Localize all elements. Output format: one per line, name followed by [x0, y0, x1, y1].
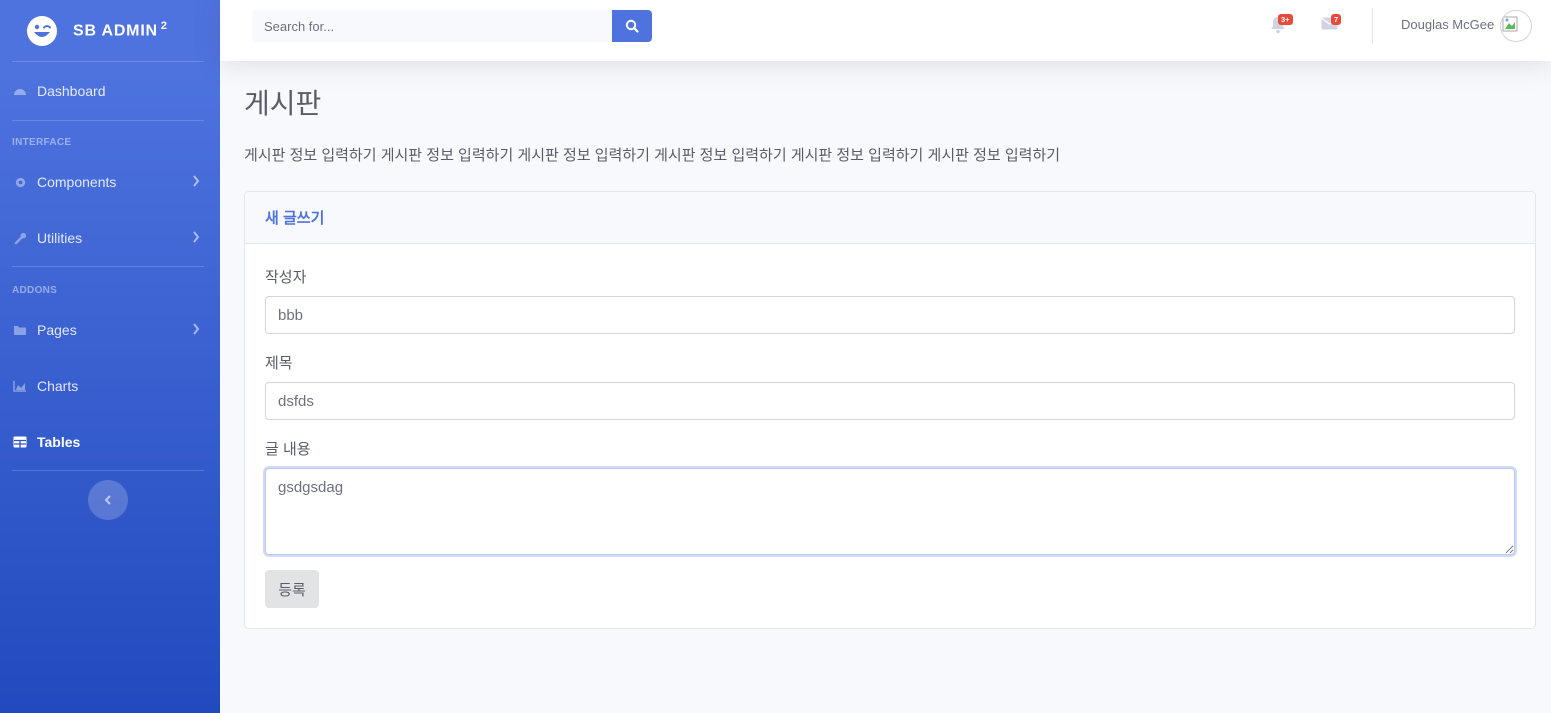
chevron-right-icon	[192, 174, 200, 190]
folder-icon	[12, 322, 28, 338]
alerts-dropdown[interactable]: 3+	[1270, 14, 1293, 39]
sidebar-item-utilities[interactable]: Utilities	[0, 210, 220, 266]
subject-field[interactable]	[265, 382, 1515, 420]
topbar-divider	[1372, 8, 1373, 44]
messages-dropdown[interactable]: 7	[1321, 14, 1342, 35]
topbar: 3+ 7 Douglas McGee	[220, 0, 1551, 61]
chevron-right-icon	[192, 322, 200, 338]
card-header: 새 글쓰기	[245, 192, 1535, 244]
search-button[interactable]	[612, 10, 652, 42]
page-description: 게시판 정보 입력하기 게시판 정보 입력하기 게시판 정보 입력하기 게시판 …	[244, 147, 1061, 164]
brand-link[interactable]: SB ADMIN 2	[0, 0, 220, 61]
wrench-icon	[12, 230, 28, 246]
brand-name: SB ADMIN 2	[73, 20, 168, 40]
sidebar-divider	[12, 266, 204, 267]
sidebar-divider	[12, 120, 204, 121]
sidebar-item-pages[interactable]: Pages	[0, 302, 220, 358]
avatar[interactable]	[1500, 10, 1532, 42]
sidebar-item-label: Tables	[37, 434, 81, 450]
alerts-badge: 3+	[1278, 14, 1293, 25]
sidebar-heading-addons: ADDONS	[12, 284, 58, 296]
laugh-wink-icon	[26, 15, 58, 47]
sidebar-item-label: Utilities	[37, 230, 83, 246]
sidebar-item-tables[interactable]: Tables	[0, 414, 220, 470]
content-label: 글 내용	[265, 441, 311, 458]
sidebar-item-label: Components	[37, 174, 117, 190]
chevron-right-icon	[192, 230, 200, 246]
writer-field[interactable]	[265, 296, 1515, 334]
sidebar-item-dashboard[interactable]: Dashboard	[0, 62, 220, 120]
sidebar-heading-interface: INTERFACE	[12, 136, 72, 148]
cog-icon	[12, 174, 28, 190]
search-form	[252, 10, 652, 42]
submit-button[interactable]: 등록	[265, 570, 319, 608]
broken-image-icon	[1502, 16, 1518, 32]
sidebar-divider	[12, 470, 204, 471]
table-icon	[12, 434, 28, 450]
messages-badge: 7	[1331, 14, 1342, 25]
writer-label: 작성자	[265, 269, 307, 286]
search-input[interactable]	[252, 10, 612, 42]
chart-area-icon	[12, 378, 28, 394]
sidebar: SB ADMIN 2 Dashboard INTERFACE Components…	[0, 0, 220, 713]
content-textarea[interactable]: gsdgsdag	[265, 468, 1515, 555]
sidebar-toggle-button[interactable]	[88, 480, 128, 520]
chevron-left-icon	[104, 495, 111, 505]
sidebar-item-charts[interactable]: Charts	[0, 358, 220, 414]
card-title: 새 글쓰기	[265, 210, 325, 227]
search-icon	[625, 19, 639, 33]
sidebar-item-label: Charts	[37, 378, 79, 394]
sidebar-item-label: Dashboard	[37, 83, 106, 99]
write-card: 새 글쓰기 작성자 제목 글 내용 gsdgsdag 등록	[244, 191, 1536, 629]
subject-label: 제목	[265, 355, 293, 372]
tachometer-icon	[12, 83, 28, 99]
page-title: 게시판	[244, 88, 322, 119]
sidebar-item-label: Pages	[37, 322, 77, 338]
user-name[interactable]: Douglas McGee	[1401, 17, 1494, 32]
sidebar-item-components[interactable]: Components	[0, 154, 220, 210]
